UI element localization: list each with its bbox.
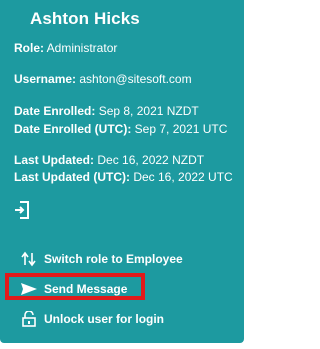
last-updated-utc-value: Dec 16, 2022 UTC xyxy=(130,170,233,184)
user-name: Ashton Hicks xyxy=(30,9,140,28)
username-row: Username: ashton@sitesoft.com xyxy=(14,72,192,86)
exit-icon xyxy=(15,201,29,219)
date-enrolled-utc-value: Sep 7, 2021 UTC xyxy=(131,122,228,136)
unlock-user-button[interactable]: Unlock user for login xyxy=(20,311,164,327)
date-enrolled-utc-row: Date Enrolled (UTC): Sep 7, 2021 UTC xyxy=(14,122,227,136)
send-message-button[interactable]: Send Message xyxy=(20,281,127,297)
role-value: Administrator xyxy=(44,41,118,55)
role-label: Role: xyxy=(14,41,44,55)
user-card: Ashton Hicks Role: Administrator Usernam… xyxy=(0,0,244,343)
unlock-user-label: Unlock user for login xyxy=(44,312,165,326)
send-message-label: Send Message xyxy=(44,282,128,296)
last-updated-row: Last Updated: Dec 16, 2022 NZDT xyxy=(14,153,204,167)
send-icon xyxy=(21,283,37,295)
date-enrolled-label: Date Enrolled: xyxy=(14,104,96,118)
switch-role-button[interactable]: Switch role to Employee xyxy=(20,251,183,267)
username-label: Username: xyxy=(14,72,77,86)
swap-vertical-icon xyxy=(21,251,36,267)
last-updated-label: Last Updated: xyxy=(14,153,95,167)
role-row: Role: Administrator xyxy=(14,41,117,55)
unlock-icon xyxy=(22,311,36,327)
date-enrolled-utc-label: Date Enrolled (UTC): xyxy=(14,122,132,136)
last-updated-utc-label: Last Updated (UTC): xyxy=(14,170,130,184)
exit-button[interactable] xyxy=(13,199,33,221)
switch-role-label: Switch role to Employee xyxy=(44,252,183,266)
last-updated-utc-row: Last Updated (UTC): Dec 16, 2022 UTC xyxy=(14,170,233,184)
date-enrolled-row: Date Enrolled: Sep 8, 2021 NZDT xyxy=(14,104,199,118)
date-enrolled-value: Sep 8, 2021 NZDT xyxy=(95,104,199,118)
username-value: ashton@sitesoft.com xyxy=(76,72,192,86)
last-updated-value: Dec 16, 2022 NZDT xyxy=(94,153,205,167)
